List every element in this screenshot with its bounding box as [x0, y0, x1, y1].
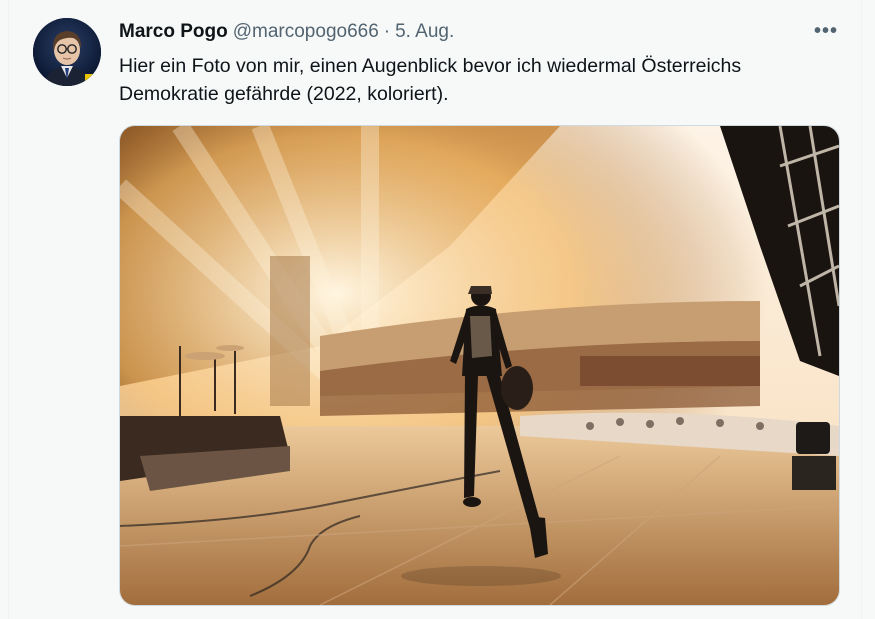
tweet-header: Marco Pogo @marcopogo666 · 5. Aug. •••: [119, 20, 841, 44]
profile-photo-icon: [33, 18, 101, 86]
more-options-button[interactable]: •••: [811, 18, 841, 44]
display-name[interactable]: Marco Pogo: [119, 21, 228, 43]
tweet-date[interactable]: 5. Aug.: [395, 21, 454, 43]
user-handle[interactable]: @marcopogo666: [233, 21, 379, 43]
tweet-text: Hier ein Foto von mir, einen Augenblick …: [119, 55, 742, 105]
tweet-media[interactable]: [119, 125, 840, 606]
concert-stage-photo-icon: [120, 126, 839, 605]
separator-dot: ·: [383, 21, 391, 42]
tweet-card[interactable]: Marco Pogo @marcopogo666 · 5. Aug. ••• H…: [8, 0, 862, 619]
avatar[interactable]: [33, 18, 101, 86]
